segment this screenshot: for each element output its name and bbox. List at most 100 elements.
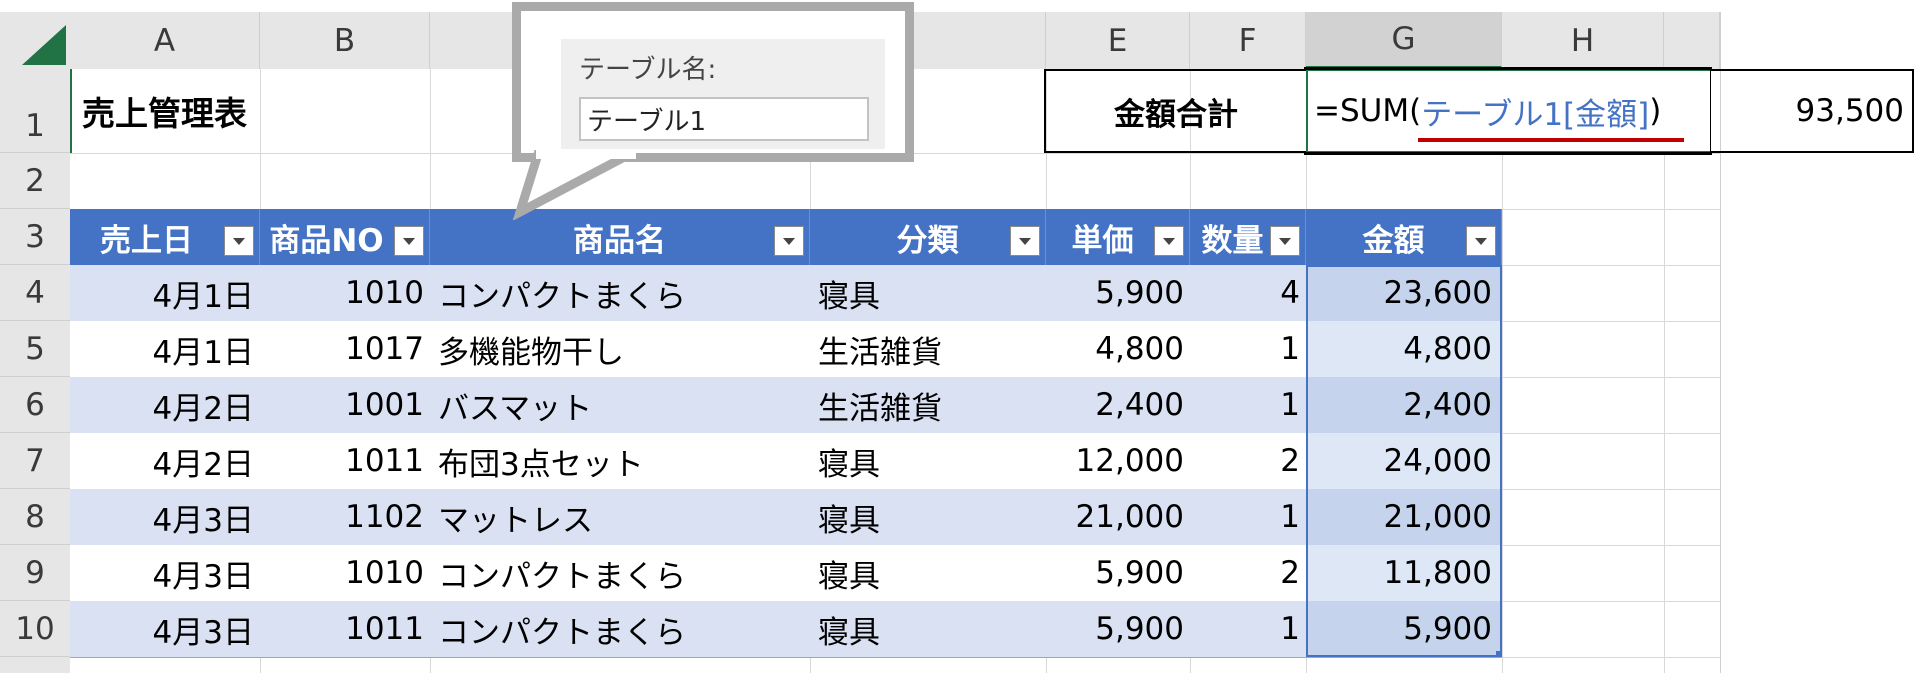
category-cell[interactable]: 寝具	[810, 601, 1046, 657]
row-header-7[interactable]: 7	[0, 433, 70, 489]
quantity-cell[interactable]: 1	[1190, 321, 1306, 377]
filter-dropdown-icon[interactable]	[774, 226, 804, 256]
quantity-cell[interactable]: 1	[1190, 377, 1306, 433]
quantity-cell[interactable]: 1	[1190, 489, 1306, 545]
product-name-cell[interactable]: コンパクトまくら	[430, 545, 810, 601]
category-cell[interactable]: 寝具	[810, 545, 1046, 601]
sales-date-cell[interactable]: 4月3日	[70, 545, 260, 601]
amount-cell[interactable]: 4,800	[1306, 321, 1502, 377]
category-cell[interactable]: 生活雑貨	[810, 321, 1046, 377]
sheet-title-cell[interactable]: 売上管理表	[70, 69, 370, 153]
filter-dropdown-icon[interactable]	[1010, 226, 1040, 256]
total-label-cell[interactable]: 金額合計	[1044, 69, 1306, 153]
amount-cell[interactable]: 24,000	[1306, 433, 1502, 489]
unit-price-cell[interactable]: 4,800	[1046, 321, 1190, 377]
product-no-cell[interactable]: 1001	[260, 377, 430, 433]
unit-price-cell[interactable]: 21,000	[1046, 489, 1190, 545]
sales-date-cell[interactable]: 4月2日	[70, 377, 260, 433]
column-header-a[interactable]: A	[70, 12, 260, 69]
table-header-label: 商品NO	[269, 222, 384, 259]
column-header-f[interactable]: F	[1190, 12, 1306, 69]
amount-cell[interactable]: 11,800	[1306, 545, 1502, 601]
product-name-cell[interactable]: 布団3点セット	[430, 433, 810, 489]
gridline	[1664, 69, 1665, 673]
gridline	[1502, 377, 1720, 378]
table-header-label: 分類	[896, 222, 959, 259]
filter-dropdown-icon[interactable]	[1466, 226, 1496, 256]
table-header-label: 数量	[1201, 222, 1264, 259]
row-header-1[interactable]: 1	[0, 69, 70, 153]
amount-cell[interactable]: 2,400	[1306, 377, 1502, 433]
amount-cell[interactable]: 23,600	[1306, 265, 1502, 321]
amount-cell[interactable]: 5,900	[1306, 601, 1502, 657]
table-name-label: テーブル名:	[579, 55, 717, 85]
row-header-2[interactable]: 2	[0, 153, 70, 209]
quantity-cell[interactable]: 1	[1190, 601, 1306, 657]
formula-table-reference: テーブル1[金額]	[1421, 96, 1650, 133]
row-header-11[interactable]	[0, 657, 70, 673]
unit-price-cell[interactable]: 5,900	[1046, 265, 1190, 321]
table-name-callout: テーブル名: テーブル1	[512, 2, 914, 162]
product-no-cell[interactable]: 1011	[260, 433, 430, 489]
formula-suffix: )	[1649, 93, 1662, 129]
column-header-g[interactable]: G	[1306, 12, 1502, 69]
column-header-i[interactable]	[1664, 12, 1720, 69]
product-no-cell[interactable]: 1017	[260, 321, 430, 377]
row-header-9[interactable]: 9	[0, 545, 70, 601]
product-name-cell[interactable]: コンパクトまくら	[430, 265, 810, 321]
quantity-cell[interactable]: 2	[1190, 545, 1306, 601]
row-header-5[interactable]: 5	[0, 321, 70, 377]
category-cell[interactable]: 生活雑貨	[810, 377, 1046, 433]
product-no-cell[interactable]: 1102	[260, 489, 430, 545]
product-name-cell[interactable]: バスマット	[430, 377, 810, 433]
filter-dropdown-icon[interactable]	[224, 226, 254, 256]
column-header-h[interactable]: H	[1502, 12, 1664, 69]
sales-date-cell[interactable]: 4月3日	[70, 601, 260, 657]
gridline	[1502, 265, 1720, 266]
table-header-label: 単価	[1071, 222, 1134, 259]
sales-date-cell[interactable]: 4月1日	[70, 321, 260, 377]
table-name-input[interactable]: テーブル1	[579, 97, 869, 141]
gridline	[1502, 545, 1720, 546]
category-cell[interactable]: 寝具	[810, 265, 1046, 321]
category-cell[interactable]: 寝具	[810, 433, 1046, 489]
filter-dropdown-icon[interactable]	[394, 226, 424, 256]
gridline	[1502, 69, 1503, 673]
gridline	[1502, 433, 1720, 434]
filter-dropdown-icon[interactable]	[1154, 226, 1184, 256]
unit-price-cell[interactable]: 2,400	[1046, 377, 1190, 433]
callout-pointer	[512, 150, 636, 220]
product-no-cell[interactable]: 1010	[260, 545, 430, 601]
product-no-cell[interactable]: 1011	[260, 601, 430, 657]
select-all-corner[interactable]	[0, 12, 71, 69]
product-name-cell[interactable]: マットレス	[430, 489, 810, 545]
sales-date-cell[interactable]: 4月1日	[70, 265, 260, 321]
quantity-cell[interactable]: 4	[1190, 265, 1306, 321]
gridline	[1502, 601, 1720, 602]
select-all-triangle-icon	[22, 25, 66, 65]
product-name-cell[interactable]: 多機能物干し	[430, 321, 810, 377]
unit-price-cell[interactable]: 5,900	[1046, 601, 1190, 657]
row-header-3[interactable]: 3	[0, 209, 70, 265]
unit-price-cell[interactable]: 5,900	[1046, 545, 1190, 601]
category-cell[interactable]: 寝具	[810, 489, 1046, 545]
gridline	[1502, 321, 1720, 322]
column-header-e[interactable]: E	[1046, 12, 1190, 69]
quantity-cell[interactable]: 2	[1190, 433, 1306, 489]
gridline	[1502, 489, 1720, 490]
amount-cell[interactable]: 21,000	[1306, 489, 1502, 545]
row-header-8[interactable]: 8	[0, 489, 70, 545]
product-name-cell[interactable]: コンパクトまくら	[430, 601, 810, 657]
table-name-box: テーブル名: テーブル1	[561, 39, 885, 149]
sales-date-cell[interactable]: 4月2日	[70, 433, 260, 489]
row-header-4[interactable]: 4	[0, 265, 70, 321]
column-header-b[interactable]: B	[260, 12, 430, 69]
product-no-cell[interactable]: 1010	[260, 265, 430, 321]
row-header-6[interactable]: 6	[0, 377, 70, 433]
sales-date-cell[interactable]: 4月3日	[70, 489, 260, 545]
row-header-10[interactable]: 10	[0, 601, 70, 657]
unit-price-cell[interactable]: 12,000	[1046, 433, 1190, 489]
table-header-label: 売上日	[100, 222, 193, 259]
filter-dropdown-icon[interactable]	[1270, 226, 1300, 256]
total-value-cell[interactable]: 93,500	[1710, 69, 1914, 153]
